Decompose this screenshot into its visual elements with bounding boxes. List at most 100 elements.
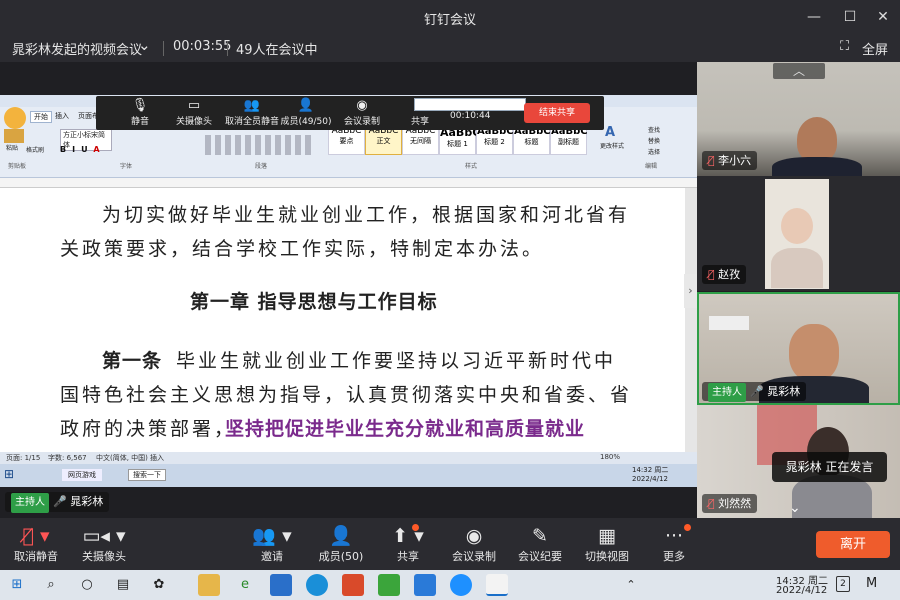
folder-icon[interactable]: [198, 574, 220, 596]
share-timer: 00:10:44: [450, 111, 491, 121]
windows-start-icon[interactable]: ⊞: [6, 574, 28, 596]
tile-name-chip: 🎙̸ 赵孜: [702, 265, 747, 284]
ribbon-tab-insert[interactable]: 插入: [55, 111, 69, 121]
camera-icon: ▭◂ ▾: [82, 525, 126, 547]
mute-all-button[interactable]: 👥 取消全员静音: [220, 98, 284, 128]
mic-muted-icon: 🎙̸: [708, 497, 715, 510]
ribbon-tab-home[interactable]: 开始: [30, 111, 52, 123]
windows-start-icon: ⊞: [4, 467, 15, 481]
doc-chapter-heading: 第一章 指导思想与工作目标: [190, 291, 438, 313]
mic-muted-icon: 🎙̸: [708, 268, 715, 281]
share-record-button[interactable]: ◉ 会议录制: [332, 98, 392, 128]
meeting-duration: 00:03:55: [173, 39, 232, 54]
doc-line-2: 关政策要求，结合学校工作实际，特制定本办法。: [60, 238, 545, 260]
change-style-icon[interactable]: A: [605, 125, 615, 140]
doc-scrollbar[interactable]: [685, 188, 697, 452]
share-mute-button[interactable]: 🎙 静音: [110, 98, 170, 128]
ime-icon[interactable]: M: [866, 576, 877, 591]
maximize-button[interactable]: ☐: [833, 0, 867, 34]
invite-icon: 👥 ▾: [252, 525, 292, 547]
chevron-down-icon[interactable]: ⌄: [138, 36, 151, 54]
chevron-down-icon[interactable]: ⌄: [789, 500, 801, 516]
video-tile-3-active[interactable]: 主持人 🎤 晁彩林: [697, 292, 900, 405]
members-button[interactable]: 👤 成员(50): [314, 524, 368, 564]
inner-clock-date: 2022/4/12: [632, 475, 668, 483]
grid-view-icon: ▦: [598, 525, 616, 547]
camera-off-button[interactable]: ▭◂ ▾ 关摄像头: [76, 524, 132, 564]
tile-name-chip: 🎙̸ 李小六: [702, 151, 758, 170]
font-format-buttons[interactable]: BIUA: [60, 145, 106, 154]
minimize-button[interactable]: —: [797, 0, 831, 34]
share-camera-button[interactable]: ▭ 关摄像头: [164, 98, 224, 128]
replace-button[interactable]: 替换: [648, 136, 660, 145]
app-icon-2[interactable]: [414, 574, 436, 596]
inner-taskbar-search: 搜索一下: [128, 469, 166, 481]
share-button[interactable]: ⬆ ▾ 共享: [390, 524, 426, 564]
document-page: 为切实做好毕业生就业创业工作，根据国家和河北省有 关政策要求，结合学校工作实际，…: [0, 188, 685, 452]
host-badge: 主持人: [11, 493, 49, 513]
video-tile-4[interactable]: 晁彩林 正在发言 ⌄ 🎙̸ 刘然然: [697, 405, 900, 518]
dingtalk-icon[interactable]: [486, 574, 508, 596]
unmute-button[interactable]: 🎙̸ ▾ 取消静音: [8, 524, 64, 564]
wechat-icon[interactable]: [378, 574, 400, 596]
paste-icon[interactable]: [4, 129, 24, 143]
mail-icon[interactable]: [270, 574, 292, 596]
search-icon[interactable]: ⌕: [40, 574, 62, 596]
video-tile-1[interactable]: ︿ 🎙̸ 李小六: [697, 62, 900, 176]
select-button[interactable]: 选择: [648, 147, 660, 156]
minutes-button[interactable]: ✎ 会议纪要: [516, 524, 564, 564]
format-painter[interactable]: 格式刷: [26, 145, 44, 154]
switch-view-button[interactable]: ▦ 切换视图: [583, 524, 631, 564]
shared-screen: 开始 插入 页面布局 粘贴 格式刷 方正小标宋简体 BIUA AaBbC 要点 A…: [0, 95, 697, 487]
video-tile-2[interactable]: 🎙̸ 赵孜: [697, 176, 900, 291]
office-icon[interactable]: [342, 574, 364, 596]
fullscreen-label[interactable]: 全屏: [862, 39, 888, 58]
close-button[interactable]: ✕: [866, 0, 900, 34]
clock-date[interactable]: 2022/4/12: [776, 585, 827, 596]
more-button[interactable]: ··· 更多: [654, 524, 694, 564]
chevron-right-icon[interactable]: ›: [684, 274, 697, 308]
participant-video: [789, 324, 839, 382]
record-icon: ◉: [465, 525, 483, 547]
doc-article-label: 第一条: [102, 350, 163, 372]
record-button[interactable]: ◉ 会议录制: [450, 524, 498, 564]
tray-icons[interactable]: ⌃: [620, 574, 642, 596]
app-title: 钉钉会议: [423, 13, 476, 28]
doc-line-4: 国特色社会主义思想为指导，认真贯彻落实中央和省委、省: [60, 384, 633, 406]
doc-line-5: 政府的决策部署，: [60, 418, 237, 440]
invite-button[interactable]: 👥 ▾ 邀请: [248, 524, 296, 564]
edge-icon[interactable]: [306, 574, 328, 596]
members-icon: 👤: [329, 525, 353, 547]
fullscreen-icon[interactable]: ⛶: [840, 39, 849, 54]
meeting-info-bar: 晁彩林发起的视频会议 ⌄ 00:03:55 49人在会议中 ⛶ 全屏: [0, 34, 900, 62]
tile-name-chip: 主持人 🎤 晁彩林: [702, 382, 807, 402]
app-icon[interactable]: ✿: [148, 574, 170, 596]
cortana-icon[interactable]: ○: [76, 574, 98, 596]
more-icon: ···: [654, 524, 694, 548]
ime-toolbar: [414, 98, 526, 111]
end-share-button[interactable]: 结束共享: [524, 103, 590, 123]
notification-icon[interactable]: 2: [836, 576, 850, 592]
participant-count: 49人在会议中: [236, 43, 318, 58]
leave-button[interactable]: 离开: [816, 531, 890, 558]
doc-line-1: 为切实做好毕业生就业创业工作，根据国家和河北省有: [102, 204, 631, 226]
word-status-bar: 页面: 1/15 字数: 6,567 中文(简体, 中国) 插入 180%: [0, 452, 697, 464]
participant-video: [781, 208, 813, 244]
paste-label[interactable]: 粘贴: [6, 143, 18, 152]
shared-taskbar: ⊞ 网页游戏 搜索一下 14:32 周二 2022/4/12: [0, 464, 697, 487]
meeting-name[interactable]: 晁彩林发起的视频会议: [12, 39, 142, 58]
app-icon-3[interactable]: [450, 574, 472, 596]
paragraph-buttons[interactable]: [205, 135, 315, 155]
camera-icon: ▭: [187, 98, 201, 113]
chevron-up-icon[interactable]: ︿: [773, 63, 825, 79]
share-members-button[interactable]: 👤 成员(49/50): [276, 98, 336, 128]
title-bar: 钉钉会议 — ☐ ✕: [0, 0, 900, 34]
task-view-icon[interactable]: ▤: [112, 574, 134, 596]
participant-video: [797, 117, 837, 162]
doc-line-5-highlight: 坚持把促进毕业生充分就业和高质量就业: [225, 418, 586, 440]
change-style-label[interactable]: 更改样式: [600, 141, 624, 150]
mic-muted-icon: 🎙̸ ▾: [22, 525, 50, 547]
office-button-icon[interactable]: [4, 107, 26, 129]
find-button[interactable]: 查找: [648, 125, 660, 134]
browser-icon[interactable]: e: [234, 574, 256, 596]
